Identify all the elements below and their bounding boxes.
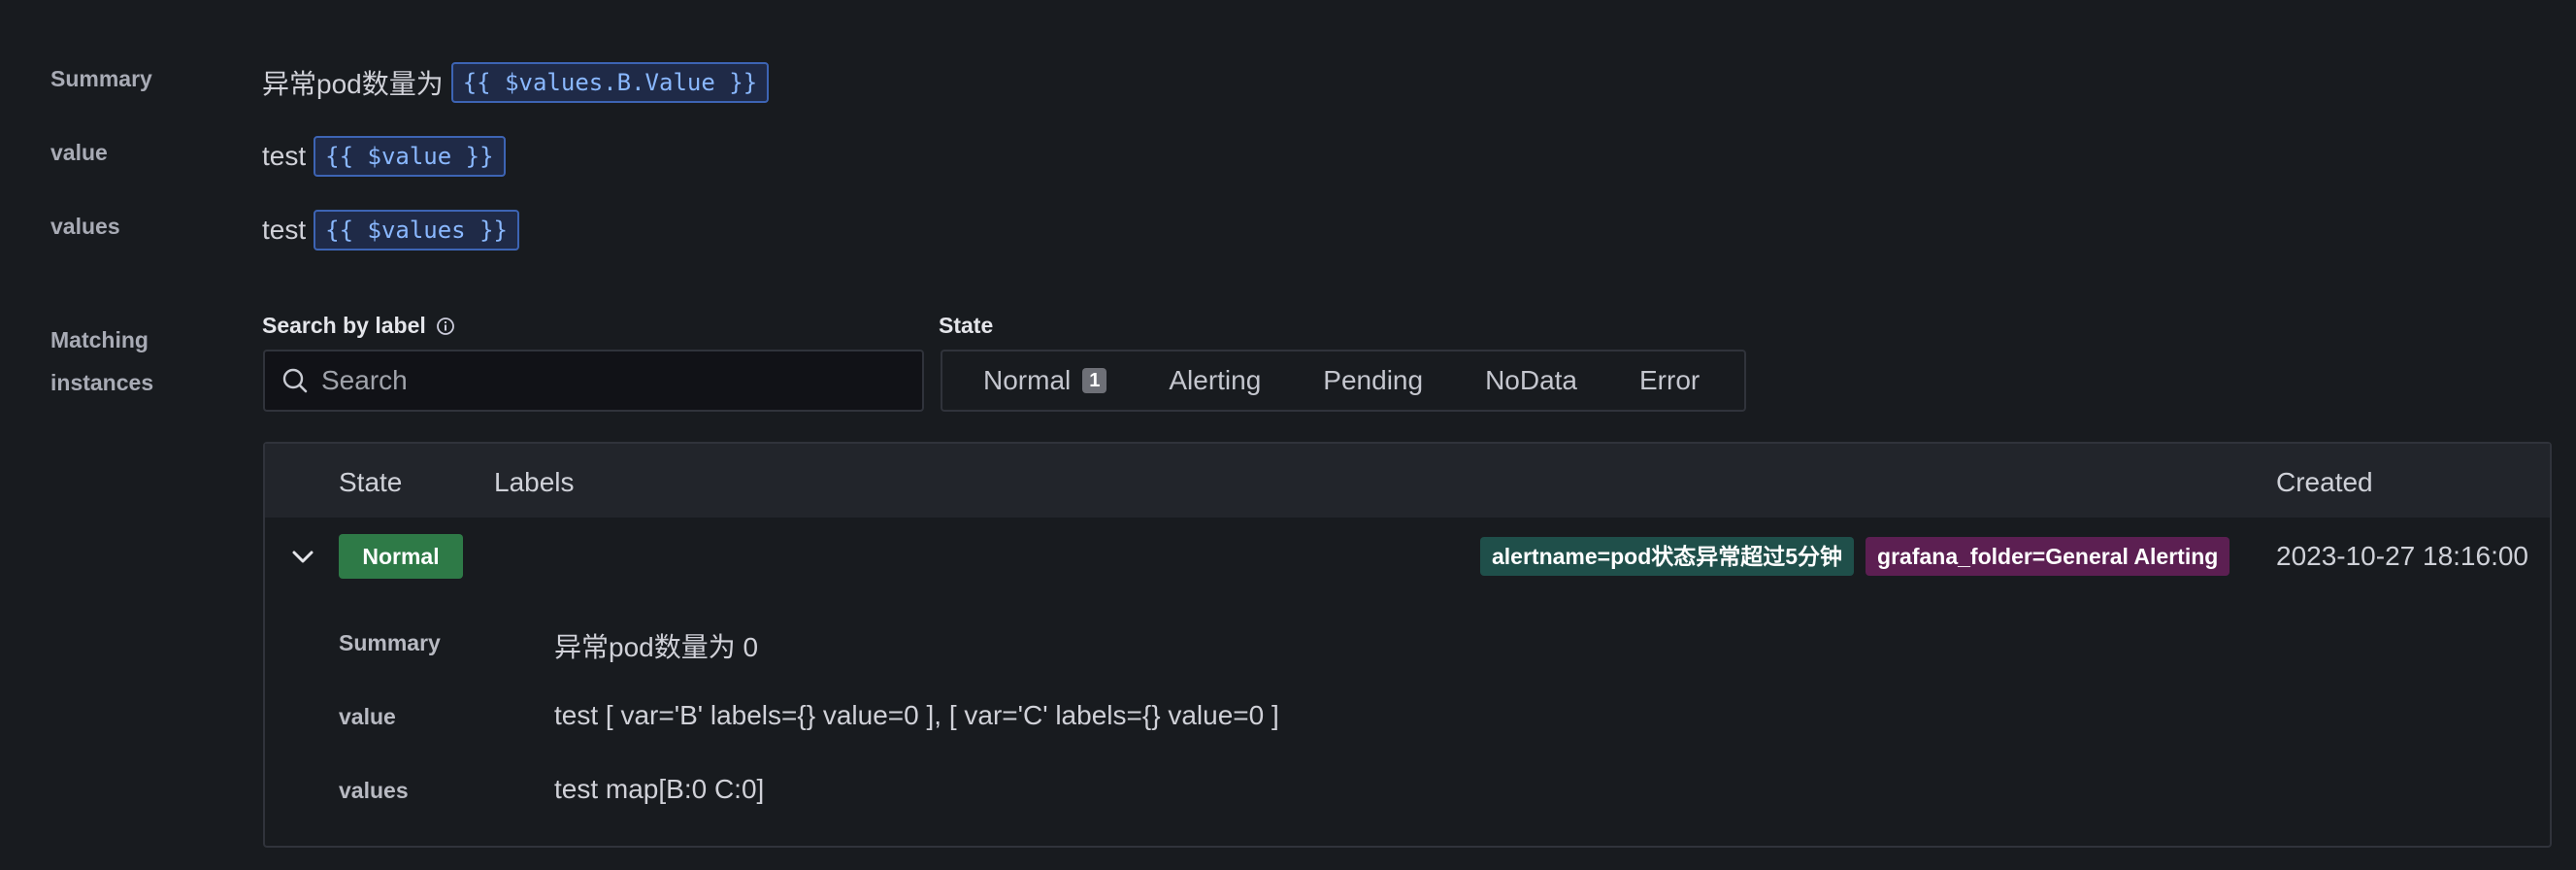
detail-value-value: test [ var='B' labels={} value=0 ], [ va… bbox=[554, 700, 1279, 730]
search-input-wrapper[interactable] bbox=[263, 350, 924, 412]
table-row: Normal alertname=pod状态异常超过5分钟 grafana_fo… bbox=[265, 518, 2550, 848]
annotation-value-values: test {{ $values }} bbox=[262, 210, 519, 251]
state-option-label: Error bbox=[1639, 365, 1701, 395]
template-chip: {{ $values }} bbox=[314, 210, 519, 251]
annotation-label-values: values bbox=[50, 214, 120, 239]
state-option-alerting[interactable]: Alerting bbox=[1138, 365, 1292, 396]
label-tag: alertname=pod状态异常超过5分钟 bbox=[1480, 537, 1855, 576]
detail-value-values: test map[B:0 C:0] bbox=[554, 774, 765, 804]
state-option-label: Normal bbox=[983, 365, 1072, 395]
chevron-down-icon[interactable] bbox=[288, 543, 317, 572]
info-icon[interactable] bbox=[436, 317, 455, 336]
search-icon bbox=[281, 366, 310, 395]
template-chip: {{ $value }} bbox=[314, 136, 506, 177]
state-option-label: Alerting bbox=[1169, 365, 1262, 395]
instances-table: State Labels Created Normal alertname=po… bbox=[263, 442, 2552, 848]
search-input[interactable] bbox=[319, 364, 907, 397]
column-header-created[interactable]: Created bbox=[2276, 467, 2373, 498]
state-option-error[interactable]: Error bbox=[1608, 365, 1731, 396]
column-header-state[interactable]: State bbox=[339, 467, 402, 498]
search-by-label-header: Search by label bbox=[262, 313, 455, 339]
column-header-labels[interactable]: Labels bbox=[494, 467, 575, 498]
state-option-label: NoData bbox=[1485, 365, 1577, 395]
labels-list: alertname=pod状态异常超过5分钟 grafana_folder=Ge… bbox=[1480, 537, 2230, 576]
annotation-value-value: test {{ $value }} bbox=[262, 136, 506, 177]
state-filter-label: State bbox=[939, 313, 994, 338]
detail-value-summary: 异常pod数量为 0 bbox=[554, 632, 759, 662]
state-filter-group: Normal 1 Alerting Pending NoData Error bbox=[941, 350, 1746, 412]
state-badge: Normal bbox=[339, 534, 463, 579]
annotation-label-summary: Summary bbox=[50, 66, 152, 91]
annotation-label-value: value bbox=[50, 140, 108, 165]
template-chip: {{ $values.B.Value }} bbox=[450, 62, 770, 103]
detail-label-values: values bbox=[339, 778, 409, 803]
search-label: Search by label bbox=[262, 313, 426, 338]
table-header: State Labels Created bbox=[265, 444, 2550, 518]
matching-label-line1: Matching bbox=[50, 327, 149, 352]
state-option-nodata[interactable]: NoData bbox=[1454, 365, 1608, 396]
normal-count-badge: 1 bbox=[1082, 368, 1107, 393]
state-option-normal[interactable]: Normal 1 bbox=[952, 365, 1138, 396]
state-option-label: Pending bbox=[1323, 365, 1424, 395]
label-tag: grafana_folder=General Alerting bbox=[1866, 537, 2230, 576]
matching-label-line2: instances bbox=[50, 370, 154, 395]
annotation-text: 异常pod数量为 bbox=[262, 69, 444, 99]
detail-label-summary: Summary bbox=[339, 630, 441, 655]
annotation-value-summary: 异常pod数量为 {{ $values.B.Value }} bbox=[262, 62, 770, 103]
annotation-text: test bbox=[262, 141, 307, 171]
matching-instances-label: Matching instances bbox=[50, 318, 153, 404]
annotation-text: test bbox=[262, 215, 307, 245]
state-option-pending[interactable]: Pending bbox=[1292, 365, 1454, 396]
detail-label-value: value bbox=[339, 704, 396, 729]
created-timestamp: 2023-10-27 18:16:00 bbox=[2276, 541, 2528, 571]
